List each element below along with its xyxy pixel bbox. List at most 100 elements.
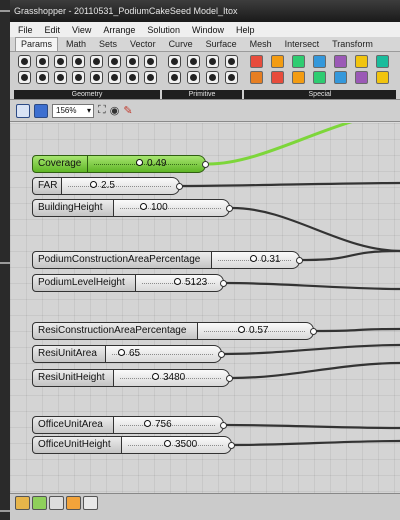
special-component-icon[interactable] <box>334 55 347 68</box>
slider-knob-icon[interactable] <box>174 277 181 285</box>
sketch-pen-icon[interactable]: ✎ <box>123 104 132 117</box>
slider-knob-icon[interactable] <box>238 325 245 333</box>
special-component-icon[interactable] <box>313 55 326 68</box>
special-component-icon[interactable] <box>250 71 263 84</box>
primitive-component-icon[interactable] <box>187 55 200 68</box>
slider-rail[interactable]: 5123 <box>136 274 227 292</box>
number-slider-resiconstructionareapercentage[interactable]: ResiConstructionAreaPercentage 0.57 <box>32 322 317 340</box>
menu-edit[interactable]: Edit <box>45 25 61 35</box>
special-component-icon[interactable] <box>376 55 389 68</box>
slider-knob-icon[interactable] <box>140 202 147 210</box>
geometry-component-icon[interactable] <box>72 55 85 68</box>
slider-value[interactable]: 0.57 <box>238 323 268 339</box>
slider-value[interactable]: 756 <box>144 417 172 433</box>
tab-math[interactable]: Math <box>61 38 91 51</box>
special-component-icon[interactable] <box>355 71 368 84</box>
geometry-component-icon[interactable] <box>54 55 67 68</box>
output-grip-icon[interactable] <box>228 442 235 449</box>
preview-eye-icon[interactable]: ◉ <box>110 104 120 117</box>
menu-window[interactable]: Window <box>192 25 224 35</box>
slider-value[interactable]: 0.31 <box>250 252 280 268</box>
output-grip-icon[interactable] <box>226 205 233 212</box>
slider-value[interactable]: 100 <box>140 200 168 216</box>
primitive-component-icon[interactable] <box>206 55 219 68</box>
component-icon[interactable] <box>15 496 30 510</box>
geometry-component-icon[interactable] <box>108 71 121 84</box>
grasshopper-canvas[interactable]: Coverage 0.49 FAR 2.5 BuildingHeight 100 Podiu… <box>10 123 400 493</box>
tab-surface[interactable]: Surface <box>201 38 242 51</box>
slider-rail[interactable]: 0.57 <box>198 322 317 340</box>
number-slider-resiunitarea[interactable]: ResiUnitArea 65 <box>32 345 225 363</box>
geometry-component-icon[interactable] <box>72 71 85 84</box>
number-slider-officeunitarea[interactable]: OfficeUnitArea 756 <box>32 416 227 434</box>
slider-rail[interactable]: 0.49 <box>88 155 209 173</box>
menu-file[interactable]: File <box>18 25 33 35</box>
tab-curve[interactable]: Curve <box>164 38 198 51</box>
special-component-icon[interactable] <box>334 71 347 84</box>
fit-view-icon[interactable]: ⛶ <box>98 104 106 117</box>
output-grip-icon[interactable] <box>310 328 317 335</box>
slider-rail[interactable]: 756 <box>114 416 227 434</box>
menu-help[interactable]: Help <box>236 25 255 35</box>
geometry-component-icon[interactable] <box>108 55 121 68</box>
slider-rail[interactable]: 65 <box>106 345 225 363</box>
number-slider-podiumconstructionareapercentage[interactable]: PodiumConstructionAreaPercentage 0.31 <box>32 251 303 269</box>
slider-knob-icon[interactable] <box>136 158 143 166</box>
profiler-icon[interactable] <box>83 496 98 510</box>
output-grip-icon[interactable] <box>226 375 233 382</box>
output-grip-icon[interactable] <box>220 422 227 429</box>
special-component-icon[interactable] <box>292 55 305 68</box>
menu-view[interactable]: View <box>72 25 91 35</box>
geometry-component-icon[interactable] <box>18 71 31 84</box>
primitive-component-icon[interactable] <box>168 71 181 84</box>
geometry-component-icon[interactable] <box>54 71 67 84</box>
slider-rail[interactable]: 3500 <box>122 436 235 454</box>
output-grip-icon[interactable] <box>218 351 225 358</box>
tab-transform[interactable]: Transform <box>327 38 378 51</box>
geometry-component-icon[interactable] <box>36 55 49 68</box>
output-grip-icon[interactable] <box>202 161 209 168</box>
slider-rail[interactable]: 0.31 <box>212 251 303 269</box>
number-slider-officeunitheight[interactable]: OfficeUnitHeight 3500 <box>32 436 235 454</box>
slider-knob-icon[interactable] <box>90 180 97 188</box>
primitive-component-icon[interactable] <box>225 71 238 84</box>
number-slider-buildingheight[interactable]: BuildingHeight 100 <box>32 199 233 217</box>
primitive-component-icon[interactable] <box>187 71 200 84</box>
slider-value[interactable]: 3480 <box>152 370 185 386</box>
geometry-component-icon[interactable] <box>90 71 103 84</box>
tab-vector[interactable]: Vector <box>125 38 161 51</box>
open-file-icon[interactable] <box>16 103 30 118</box>
menu-arrange[interactable]: Arrange <box>103 25 135 35</box>
number-slider-far[interactable]: FAR 2.5 <box>32 177 183 195</box>
special-component-icon[interactable] <box>271 55 284 68</box>
number-slider-podiumlevelheight[interactable]: PodiumLevelHeight 5123 <box>32 274 227 292</box>
tab-intersect[interactable]: Intersect <box>280 38 325 51</box>
slider-rail[interactable]: 100 <box>114 199 233 217</box>
slider-rail[interactable]: 2.5 <box>62 177 183 195</box>
special-component-icon[interactable] <box>292 71 305 84</box>
slider-value[interactable]: 2.5 <box>90 178 115 194</box>
slider-knob-icon[interactable] <box>144 419 151 427</box>
slider-rail[interactable]: 3480 <box>114 369 233 387</box>
special-component-icon[interactable] <box>376 71 389 84</box>
primitive-component-icon[interactable] <box>206 71 219 84</box>
slider-value[interactable]: 65 <box>118 346 140 362</box>
slider-knob-icon[interactable] <box>118 348 125 356</box>
tab-sets[interactable]: Sets <box>94 38 122 51</box>
primitive-component-icon[interactable] <box>168 55 181 68</box>
zoom-dropdown[interactable]: 156% <box>52 103 94 118</box>
special-component-icon[interactable] <box>313 71 326 84</box>
geometry-component-icon[interactable] <box>126 71 139 84</box>
slider-knob-icon[interactable] <box>152 372 159 380</box>
timer-icon[interactable] <box>66 496 81 510</box>
sphere-icon[interactable] <box>32 496 47 510</box>
slider-knob-icon[interactable] <box>250 254 257 262</box>
save-icon[interactable] <box>34 103 48 118</box>
special-component-icon[interactable] <box>250 55 263 68</box>
number-slider-coverage[interactable]: Coverage 0.49 <box>32 155 209 173</box>
special-component-icon[interactable] <box>271 71 284 84</box>
output-grip-icon[interactable] <box>220 280 227 287</box>
output-grip-icon[interactable] <box>176 183 183 190</box>
special-component-icon[interactable] <box>355 55 368 68</box>
geometry-component-icon[interactable] <box>126 55 139 68</box>
